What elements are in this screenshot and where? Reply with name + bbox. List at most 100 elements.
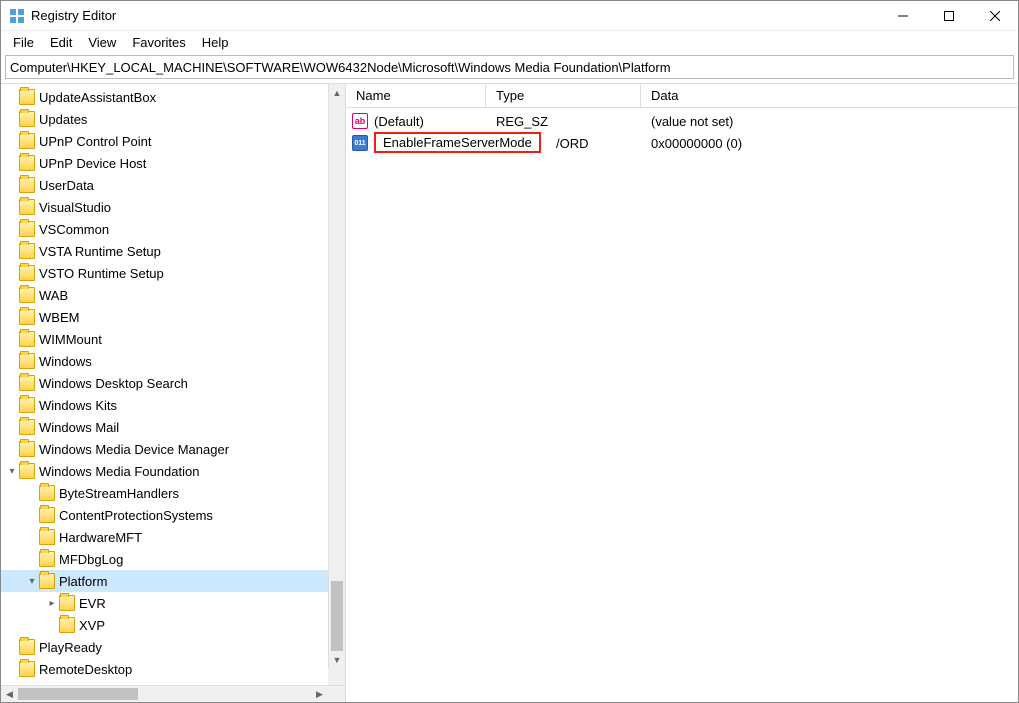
chevron-right-icon [5,178,19,192]
chevron-right-icon [5,398,19,412]
rename-input[interactable]: EnableFrameServerMode [374,132,541,153]
chevron-right-icon [5,266,19,280]
tree-item[interactable]: Windows [1,350,345,372]
tree-item[interactable]: VSTO Runtime Setup [1,262,345,284]
address-text: Computer\HKEY_LOCAL_MACHINE\SOFTWARE\WOW… [10,60,671,75]
tree-item[interactable]: ContentProtectionSystems [1,504,345,526]
tree-item[interactable]: UpdateAssistantBox [1,86,345,108]
folder-icon [19,243,35,259]
tree-item[interactable]: Updates [1,108,345,130]
scroll-up-button[interactable]: ▲ [329,84,345,101]
tree-item[interactable]: ▸ EVR [1,592,345,614]
tree-item-label: UPnP Control Point [39,134,152,149]
tree-item-label: Windows Media Device Manager [39,442,229,457]
menu-help[interactable]: Help [194,33,237,52]
tree-item[interactable]: Windows Kits [1,394,345,416]
folder-icon [39,485,55,501]
close-button[interactable] [972,1,1018,31]
scroll-down-button[interactable]: ▼ [329,651,345,668]
tree-item-label: MFDbgLog [59,552,123,567]
tree-item[interactable]: ▾Windows Media Foundation [1,460,345,482]
chevron-down-icon[interactable]: ▾ [5,464,19,478]
tree-panel: UpdateAssistantBox Updates UPnP Control Po… [1,84,346,702]
tree-item[interactable]: ByteStreamHandlers [1,482,345,504]
value-data: (value not set) [651,114,1018,129]
address-bar[interactable]: Computer\HKEY_LOCAL_MACHINE\SOFTWARE\WOW… [5,55,1014,79]
value-row[interactable]: ab(Default)REG_SZ(value not set) [346,110,1018,132]
window-title: Registry Editor [31,8,880,23]
menu-view[interactable]: View [80,33,124,52]
hscroll-thumb[interactable] [18,688,138,700]
minimize-button[interactable] [880,1,926,31]
values-header: Name Type Data [346,84,1018,108]
tree-item-label: EVR [79,596,106,611]
tree-item[interactable]: UPnP Control Point [1,130,345,152]
chevron-right-icon [5,376,19,390]
tree-item[interactable]: Windows Mail [1,416,345,438]
chevron-right-icon [25,530,39,544]
value-name: (Default) [374,114,496,129]
chevron-right-icon [5,90,19,104]
chevron-right-icon [25,552,39,566]
folder-icon [19,111,35,127]
folder-icon [19,265,35,281]
value-row[interactable]: 011/ORD0x00000000 (0)EnableFrameServerMo… [346,132,1018,154]
scroll-thumb[interactable] [331,581,343,651]
tree-item[interactable]: UserData [1,174,345,196]
column-header-data[interactable]: Data [641,84,1018,107]
tree-item-label: ByteStreamHandlers [59,486,179,501]
chevron-right-icon [5,420,19,434]
tree-item[interactable]: MFDbgLog [1,548,345,570]
scroll-left-button[interactable]: ◀ [1,686,18,703]
tree-item[interactable]: UPnP Device Host [1,152,345,174]
hscroll-track[interactable] [18,686,311,702]
titlebar: Registry Editor [1,1,1018,31]
tree-item[interactable]: VSCommon [1,218,345,240]
chevron-right-icon [25,486,39,500]
tree-item-label: HardwareMFT [59,530,142,545]
folder-icon [19,419,35,435]
tree-item-label: WBEM [39,310,79,325]
tree-item[interactable]: Windows Desktop Search [1,372,345,394]
tree-item[interactable]: RemoteDesktop [1,658,345,680]
chevron-right-icon [5,640,19,654]
tree-item[interactable]: VisualStudio [1,196,345,218]
tree-item-label: UpdateAssistantBox [39,90,156,105]
window-caption-buttons [880,1,1018,31]
folder-icon [19,331,35,347]
menubar: FileEditViewFavoritesHelp [1,31,1018,53]
folder-icon [19,221,35,237]
folder-icon [19,463,35,479]
menu-favorites[interactable]: Favorites [124,33,193,52]
vertical-scrollbar[interactable]: ▲ ▼ [328,84,345,668]
tree-item-label: UserData [39,178,94,193]
tree-item[interactable]: WBEM [1,306,345,328]
content-area: UpdateAssistantBox Updates UPnP Control Po… [1,83,1018,702]
column-header-name[interactable]: Name [346,84,486,107]
values-body: ab(Default)REG_SZ(value not set)011/ORD0… [346,108,1018,702]
tree-item[interactable]: PlayReady [1,636,345,658]
chevron-right-icon [5,442,19,456]
column-header-type[interactable]: Type [486,84,641,107]
tree-scroll[interactable]: UpdateAssistantBox Updates UPnP Control Po… [1,84,345,685]
chevron-right-icon [5,222,19,236]
menu-edit[interactable]: Edit [42,33,80,52]
tree-item[interactable]: WAB [1,284,345,306]
tree-item[interactable]: ▾Platform [1,570,345,592]
tree-item[interactable]: VSTA Runtime Setup [1,240,345,262]
maximize-button[interactable] [926,1,972,31]
value-data: 0x00000000 (0) [651,136,1018,151]
tree-item[interactable]: HardwareMFT [1,526,345,548]
tree-item[interactable]: WIMMount [1,328,345,350]
tree-item[interactable]: XVP [1,614,345,636]
tree-item-label: UPnP Device Host [39,156,146,171]
horizontal-scrollbar[interactable]: ◀ ▶ [1,685,345,702]
tree-item[interactable]: Windows Media Device Manager [1,438,345,460]
menu-file[interactable]: File [5,33,42,52]
chevron-right-icon[interactable]: ▸ [45,596,59,610]
scroll-track[interactable] [329,101,345,651]
scroll-corner [328,668,345,685]
scroll-right-button[interactable]: ▶ [311,686,328,703]
chevron-down-icon[interactable]: ▾ [25,574,39,588]
folder-icon [39,551,55,567]
